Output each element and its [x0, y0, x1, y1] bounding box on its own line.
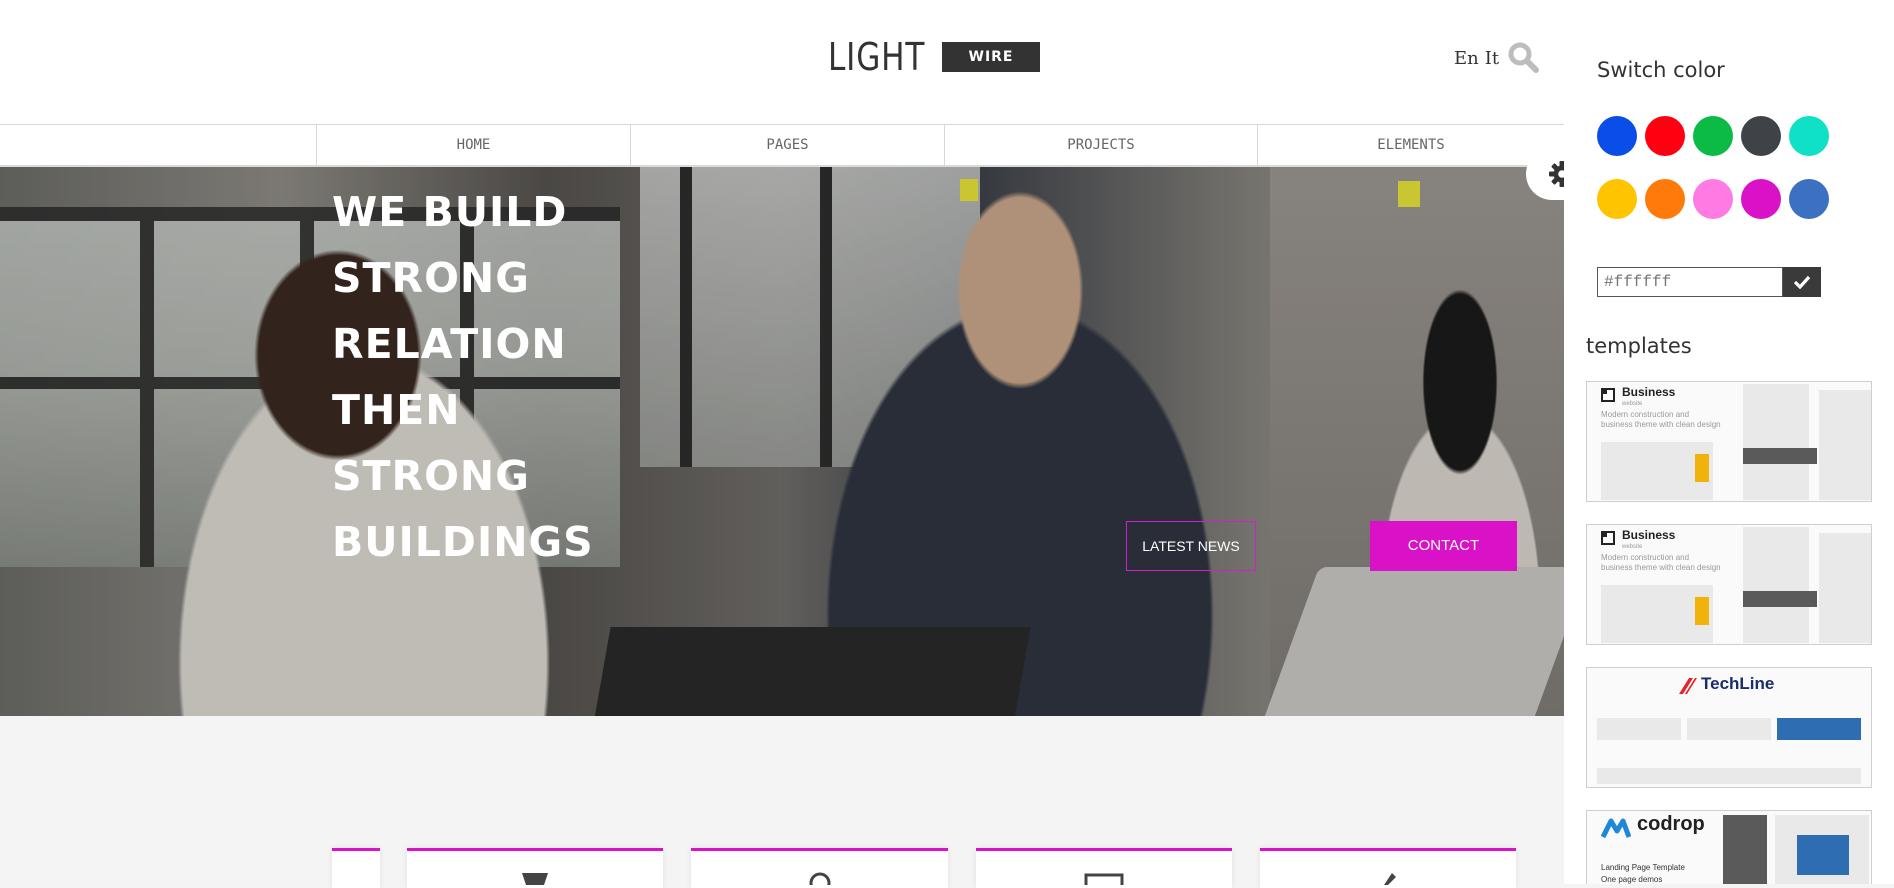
- checkmark-icon: [1793, 275, 1811, 289]
- template-preview: [1743, 527, 1809, 643]
- latest-news-button[interactable]: LATEST NEWS: [1126, 521, 1256, 571]
- template-brand: Business: [1622, 385, 1676, 399]
- template-thumbnail[interactable]: Business website Modern construction and…: [1586, 524, 1872, 645]
- feature-card[interactable]: [332, 848, 380, 888]
- feature-card[interactable]: [976, 848, 1232, 888]
- template-preview: [1723, 815, 1767, 884]
- site-header: LIGHT WIRE En It: [0, 0, 1564, 124]
- hero-title-line: RELATION: [332, 320, 567, 368]
- business-logo-icon: [1601, 388, 1615, 402]
- language-switcher: En It: [1454, 48, 1505, 69]
- hero-overlay: [0, 167, 1564, 716]
- feature-card[interactable]: [407, 848, 663, 888]
- hero-title-line: WE BUILD: [332, 188, 568, 236]
- color-swatch[interactable]: [1645, 179, 1685, 219]
- hero-title-line: STRONG: [332, 254, 530, 302]
- hero-title-line: THEN: [332, 386, 461, 434]
- templates-title: templates: [1586, 334, 1692, 358]
- template-preview: [1695, 454, 1709, 482]
- custom-color-input[interactable]: [1597, 267, 1783, 297]
- template-description: Modern construction and business theme w…: [1601, 410, 1721, 429]
- template-preview: [1597, 718, 1681, 740]
- template-preview: [1743, 384, 1809, 500]
- template-thumbnail[interactable]: Business website Modern construction and…: [1586, 381, 1872, 502]
- color-swatch[interactable]: [1789, 116, 1829, 156]
- techline-logo-icon: [1679, 678, 1697, 694]
- template-brand-sub: website: [1622, 544, 1643, 550]
- pencil-icon: [1384, 873, 1396, 885]
- template-preview: [1819, 390, 1871, 500]
- nav-item-elements[interactable]: ELEMENTS: [1257, 125, 1564, 165]
- template-preview: [1777, 718, 1861, 740]
- template-brand: TechLine: [1701, 674, 1775, 693]
- hero-title: WE BUILD STRONG RELATION THEN STRONG BUI…: [332, 179, 732, 575]
- contact-button[interactable]: CONTACT: [1370, 521, 1517, 571]
- switch-color-title: Switch color: [1597, 58, 1725, 82]
- style-switcher-panel: Switch color templates Business website …: [1564, 0, 1894, 884]
- building-icon: [522, 873, 548, 885]
- template-thumbnail[interactable]: codrop Landing Page Template One page de…: [1586, 810, 1872, 884]
- location-pin-icon: [809, 872, 830, 885]
- nav-item-projects[interactable]: PROJECTS: [944, 125, 1257, 165]
- template-preview: [1743, 448, 1817, 464]
- apply-color-button[interactable]: [1783, 267, 1821, 297]
- color-swatch[interactable]: [1645, 116, 1685, 156]
- language-en-link[interactable]: En: [1454, 48, 1479, 69]
- template-preview: [1797, 835, 1849, 875]
- hero-title-line: STRONG: [332, 452, 530, 500]
- color-swatch[interactable]: [1693, 179, 1733, 219]
- template-text-line: Landing Page Template: [1601, 863, 1685, 872]
- template-description: Modern construction and business theme w…: [1601, 553, 1721, 572]
- template-preview: [1695, 597, 1709, 625]
- hero-banner: WE BUILD STRONG RELATION THEN STRONG BUI…: [0, 167, 1564, 716]
- logo-wordmark: LIGHT: [828, 35, 926, 79]
- template-text-line: One page demos: [1601, 875, 1663, 884]
- template-thumbnail[interactable]: TechLine: [1586, 667, 1872, 788]
- site-logo[interactable]: LIGHT WIRE: [828, 35, 1040, 79]
- template-preview: [1819, 533, 1871, 643]
- template-preview: [1687, 718, 1771, 740]
- template-preview: [1597, 768, 1861, 784]
- business-logo-icon: [1601, 531, 1615, 545]
- feature-card[interactable]: [1260, 848, 1516, 888]
- monitor-icon: [1084, 873, 1124, 885]
- color-swatch[interactable]: [1789, 179, 1829, 219]
- nav-item-pages[interactable]: PAGES: [630, 125, 944, 165]
- search-icon: [1508, 42, 1539, 73]
- color-swatch[interactable]: [1693, 116, 1733, 156]
- color-swatch[interactable]: [1741, 116, 1781, 156]
- template-brand-sub: website: [1622, 401, 1643, 407]
- main-nav: HOME PAGES PROJECTS ELEMENTS: [0, 124, 1564, 166]
- feature-card[interactable]: [691, 848, 948, 888]
- template-preview: [1743, 591, 1817, 607]
- template-brand: Business: [1622, 528, 1676, 542]
- language-it-link[interactable]: It: [1485, 48, 1499, 69]
- color-swatch[interactable]: [1597, 179, 1637, 219]
- color-swatch[interactable]: [1597, 116, 1637, 156]
- color-swatch[interactable]: [1741, 179, 1781, 219]
- nav-item-home[interactable]: HOME: [316, 125, 630, 165]
- logo-tag: WIRE: [942, 42, 1040, 72]
- template-brand: codrop: [1637, 813, 1705, 835]
- codrop-logo-icon: [1601, 818, 1631, 839]
- hero-title-line: BUILDINGS: [332, 518, 594, 566]
- search-button[interactable]: [1506, 40, 1540, 74]
